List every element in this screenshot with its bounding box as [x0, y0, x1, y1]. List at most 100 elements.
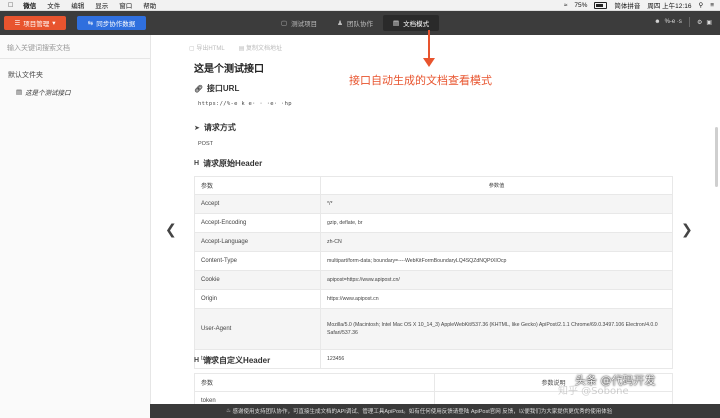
- export-html-button[interactable]: ▢ 导出HTML: [189, 43, 225, 52]
- table-row: Origin https://www.apipost.cn: [194, 289, 673, 309]
- sidebar-doc-label: 这是个测试接口: [25, 90, 71, 97]
- prev-doc-arrow-icon[interactable]: ❮: [165, 221, 177, 238]
- header-value: Mozilla/5.0 (Macintosh; Intel Mac OS X 1…: [320, 308, 673, 350]
- menu-item-file[interactable]: 文件: [47, 0, 60, 10]
- send-icon: ➤: [194, 124, 200, 132]
- tab-team-label: 团队协作: [346, 21, 373, 28]
- chevron-down-icon: ▾: [52, 20, 56, 27]
- search-icon[interactable]: ⚲: [698, 1, 703, 9]
- menu-item-app[interactable]: 微信: [23, 0, 36, 10]
- header-name: Accept-Language: [194, 232, 321, 252]
- tab-doc-mode[interactable]: ▤ 文档模式: [382, 15, 440, 31]
- table-row: User-Agent Mozilla/5.0 (Macintosh; Intel…: [194, 308, 673, 350]
- header-name: Origin: [194, 289, 321, 309]
- section-method: ➤ 请求方式: [194, 122, 236, 133]
- col-header-name: 参数: [194, 176, 321, 195]
- sidebar-doc-item[interactable]: ▤ 这是个测试接口: [16, 87, 71, 97]
- header-table: 参数 参数值 Accept */* Accept-Encoding gzip, …: [194, 176, 673, 369]
- annotation-text: 接口自动生成的文档查看模式: [349, 74, 492, 87]
- doc-actions: ▢ 导出HTML ▤ 复制文档地址: [189, 43, 282, 52]
- header-name: Content-Type: [194, 251, 321, 271]
- menu-icon: ☰: [14, 20, 21, 27]
- user-area: ☻ %-e ·s ⚙ ▣: [654, 17, 712, 27]
- settings-icon[interactable]: ⚙: [697, 19, 702, 26]
- sync-icon: ⇆: [87, 20, 94, 27]
- table-row: Content-Type multipart/form-data; bounda…: [194, 251, 673, 271]
- col-header-value: 参数值: [320, 176, 673, 195]
- doc-search-input[interactable]: 输入关键词搜索文档: [0, 37, 150, 59]
- watermark: 头条 @代码开发: [575, 374, 656, 387]
- menu-list-icon[interactable]: ≡: [710, 2, 714, 9]
- header-value: https://www.apipost.cn: [320, 289, 673, 309]
- footer-text: 感谢使用支持团队协作，可直接生成文档的API调试、管理工具ApiPost。如有任…: [232, 409, 613, 415]
- link-icon: 🔗︎: [194, 85, 203, 93]
- header-name: Accept-Encoding: [194, 213, 321, 233]
- method-value: POST: [198, 141, 213, 147]
- header-value: multipart/form-data; boundary=----WebKit…: [320, 251, 673, 271]
- scrollbar[interactable]: [715, 127, 718, 187]
- table-header-row: 参数 参数值: [194, 176, 673, 195]
- app-toolbar: ☰ 项目管理 ▾ ⇆ 同步协作数据 ▢ 测试项目 ♟ 团队协作 ▤ 文档模式 ☻…: [0, 11, 720, 35]
- copy-doc-link-button[interactable]: ▤ 复制文档地址: [239, 43, 282, 52]
- header-name: User-Agent: [194, 308, 321, 350]
- header-value: 123456: [320, 349, 673, 369]
- input-method[interactable]: 简体拼音: [614, 0, 640, 10]
- next-doc-arrow-icon[interactable]: ❯: [681, 221, 693, 238]
- monitor-icon: ▢: [281, 20, 288, 27]
- project-manage-button[interactable]: ☰ 项目管理 ▾: [4, 16, 66, 30]
- section-header: H 请求原始Header: [194, 158, 262, 169]
- sync-data-label: 同步协作数据: [96, 21, 136, 28]
- menu-item-help[interactable]: 帮助: [143, 0, 156, 10]
- header-icon: H: [194, 357, 200, 364]
- export-html-label: 导出HTML: [196, 46, 225, 52]
- section-custom-header: H 请求自定义Header: [194, 355, 270, 366]
- menubar-status: ≈ 75% 简体拼音 周四 上午12:16 ⚲ ≡: [564, 0, 714, 10]
- footer-notice: ♨ 感谢使用支持团队协作，可直接生成文档的API调试、管理工具ApiPost。如…: [150, 404, 720, 418]
- header-value: gzip, deflate, br: [320, 213, 673, 233]
- wifi-icon[interactable]: ≈: [564, 2, 568, 9]
- table-row: Accept-Language zh-CN: [194, 232, 673, 252]
- tab-team[interactable]: ♟ 团队协作: [327, 15, 383, 31]
- clock[interactable]: 周四 上午12:16: [647, 0, 691, 10]
- section-header-label: 请求原始Header: [203, 159, 263, 168]
- folder-default[interactable]: 默认文件夹: [8, 70, 43, 80]
- header-value: apipost=https://www.apipost.cn/: [320, 270, 673, 290]
- menu-item-window[interactable]: 窗口: [119, 0, 132, 10]
- doc-icon: ▤: [392, 20, 400, 27]
- table-row: Cookie apipost=https://www.apipost.cn/: [194, 270, 673, 290]
- project-manage-label: 项目管理: [23, 21, 50, 28]
- battery-percent: 75%: [574, 1, 588, 9]
- mode-tabs: ▢ 测试项目 ♟ 团队协作 ▤ 文档模式: [271, 15, 440, 31]
- menu-item-view[interactable]: 显示: [95, 0, 108, 10]
- window-icon[interactable]: ▣: [706, 19, 712, 26]
- page-title: 这是个测试接口: [194, 64, 264, 75]
- table-row: Accept-Encoding gzip, deflate, br: [194, 213, 673, 233]
- header-name: Accept: [194, 194, 321, 214]
- sidebar: 输入关键词搜索文档 默认文件夹 ▤ 这是个测试接口: [0, 35, 151, 418]
- header-icon: H: [194, 160, 200, 167]
- tab-test-project-label: 测试项目: [291, 21, 318, 28]
- annotation-arrowhead: [423, 58, 435, 67]
- section-url-label: 接口URL: [206, 84, 240, 93]
- doc-content: ▢ 导出HTML ▤ 复制文档地址 这是个测试接口 🔗︎ 接口URL https…: [151, 35, 720, 418]
- sync-data-button[interactable]: ⇆ 同步协作数据: [77, 16, 146, 30]
- header-value: zh-CN: [320, 232, 673, 252]
- tab-doc-mode-label: 文档模式: [403, 21, 430, 28]
- menu-item-edit[interactable]: 编辑: [71, 0, 84, 10]
- col-custom-name: 参数: [194, 373, 435, 392]
- divider: [688, 17, 690, 27]
- section-custom-header-label: 请求自定义Header: [203, 356, 271, 365]
- url-value: https://%-e k e· · ·e· ·hp: [198, 101, 292, 107]
- table-row: Accept */*: [194, 194, 673, 214]
- file-icon: ▤: [16, 89, 23, 96]
- user-icon[interactable]: ☻: [654, 19, 660, 25]
- mac-menubar:  微信 文件 编辑 显示 窗口 帮助 ≈ 75% 简体拼音 周四 上午12:1…: [0, 0, 720, 11]
- header-value: */*: [320, 194, 673, 214]
- user-name[interactable]: %-e ·s: [665, 19, 682, 25]
- team-icon: ♟: [337, 20, 343, 27]
- apple-icon[interactable]: : [8, 2, 13, 9]
- header-name: Cookie: [194, 270, 321, 290]
- battery-icon[interactable]: [594, 1, 608, 9]
- section-method-label: 请求方式: [203, 123, 236, 132]
- tab-test-project[interactable]: ▢ 测试项目: [271, 15, 327, 31]
